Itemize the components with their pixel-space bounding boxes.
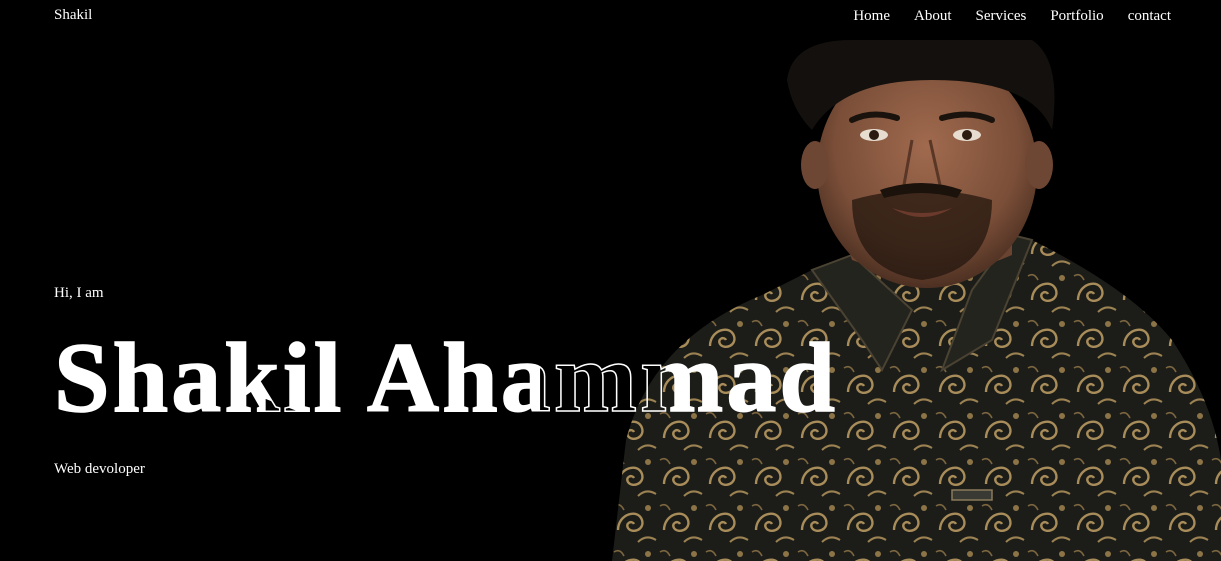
hero-greeting: Hi, I am xyxy=(54,285,104,301)
nav-link-about[interactable]: About xyxy=(914,8,952,24)
nav-link-home[interactable]: Home xyxy=(853,8,890,24)
hero-name-heading: Shakil Ahammad Shakil Ahammad Shakil Aha… xyxy=(53,318,838,438)
nav-menu: Home About Services Portfolio contact xyxy=(853,7,1171,25)
nav-item-portfolio: Portfolio xyxy=(1050,7,1103,25)
brand-logo-link[interactable]: Shakil xyxy=(54,7,92,24)
nav-item-home: Home xyxy=(853,7,890,25)
hero-page: Shakil Home About Services Portfolio con… xyxy=(0,0,1221,561)
hero-role-text: Web devoloper xyxy=(54,461,145,477)
nav-item-contact: contact xyxy=(1128,7,1171,25)
nav-item-about: About xyxy=(914,7,952,25)
profile-portrait-image xyxy=(612,40,1221,561)
navbar: Shakil Home About Services Portfolio con… xyxy=(0,0,1221,34)
nav-item-services: Services xyxy=(976,7,1027,25)
nav-link-portfolio[interactable]: Portfolio xyxy=(1050,8,1103,24)
nav-link-contact[interactable]: contact xyxy=(1128,8,1171,24)
nav-link-services[interactable]: Services xyxy=(976,8,1027,24)
